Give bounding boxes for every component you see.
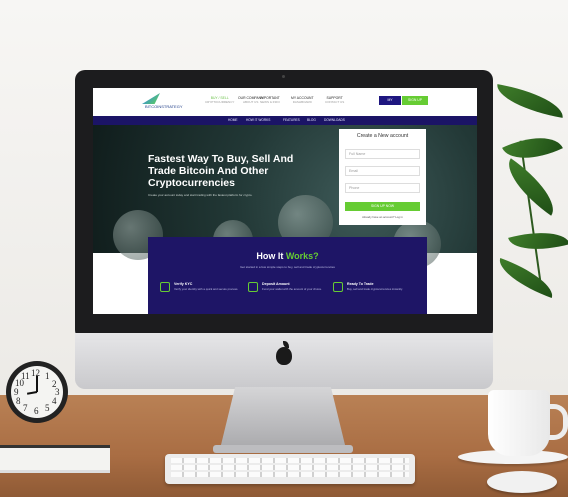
clock-number: 7 [23, 403, 28, 413]
key-row [171, 465, 409, 470]
site-logo-text[interactable]: BITCOINSTRATEGY [145, 104, 182, 109]
site-logo-icon[interactable] [142, 93, 160, 104]
monitor-stand [220, 387, 346, 449]
how-title: How It Works? [148, 251, 427, 261]
clock-number: 5 [45, 403, 50, 413]
how-it-works-section: How It Works? Get started in a few simpl… [148, 237, 427, 314]
monitor-stand-base [213, 445, 353, 453]
id-card-icon [160, 282, 170, 292]
nav-sub: CRYPTOCURRENCY [205, 100, 235, 104]
subnav-item-features[interactable]: FEATURES [283, 118, 300, 122]
how-step-title: Deposit Amount [262, 282, 290, 286]
clock-number: 4 [52, 396, 57, 406]
hero-paragraph: Create your account today and start trad… [148, 193, 253, 197]
hero-section: Fastest Way To Buy, Sell And Trade Bitco… [93, 125, 477, 268]
camera-icon [282, 75, 285, 78]
coffee-cup [488, 390, 550, 456]
nav-sub: CONTACT US [325, 100, 345, 104]
subnav-item-downloads[interactable]: DOWNLOADS [324, 118, 345, 122]
signup-button[interactable]: SIGN UP [402, 96, 428, 105]
how-step-title: Verify KYC [174, 282, 193, 286]
nav-item-account[interactable]: MY ACCOUNT DASHBOARD [291, 96, 314, 104]
key-row [171, 472, 409, 477]
how-step-title: Ready To Trade [347, 282, 374, 286]
apple-logo-icon [276, 347, 292, 365]
login-button[interactable]: MY ACCOUNT [379, 96, 401, 111]
key-row [171, 458, 409, 463]
nav-sub: NEWS & INFO [260, 100, 280, 104]
form-login-link[interactable]: Already have an account? Log in [345, 215, 420, 219]
subnav-item-home[interactable]: HOME [228, 118, 238, 122]
signup-form: Create a New account Full Name Email Pho… [339, 129, 426, 225]
form-submit-button[interactable]: SIGN UP NOW [345, 202, 420, 211]
how-title-accent: Works? [285, 251, 319, 261]
computer-mouse [487, 471, 557, 493]
nav-item-buy-sell[interactable]: BUY / SELL CRYPTOCURRENCY [205, 96, 234, 104]
clock-number: 11 [21, 371, 30, 381]
form-title: Create a New account [356, 133, 409, 139]
clock-number: 9 [14, 387, 19, 397]
clock-number: 8 [16, 396, 21, 406]
hero-title: Fastest Way To Buy, Sell And Trade Bitco… [148, 153, 294, 189]
keyboard [165, 454, 415, 484]
wallet-icon [248, 282, 258, 292]
clock-face: 12 1 2 3 4 5 6 7 8 9 10 11 [11, 366, 63, 418]
clock-hour-hand [26, 391, 38, 395]
nav-item-important[interactable]: IMPORTANT NEWS & INFO [260, 96, 280, 104]
nav-sub: DASHBOARD [292, 100, 312, 104]
exchange-icon [333, 282, 343, 292]
how-step-desc: Verify your identity with a quick and se… [174, 287, 239, 291]
site-header: BITCOINSTRATEGY BUY / SELL CRYPTOCURRENC… [93, 88, 477, 116]
email-field[interactable]: Email [345, 166, 420, 176]
book [0, 445, 110, 470]
sub-navigation: HOME HOW IT WORKS FEATURES BLOG DOWNLOAD… [93, 116, 477, 125]
how-subtitle: Get started in a few simple steps to buy… [240, 265, 335, 269]
subnav-item-blog[interactable]: BLOG [307, 118, 316, 122]
fullname-field[interactable]: Full Name [345, 149, 420, 159]
subnav-item-how[interactable]: HOW IT WORKS [246, 118, 270, 122]
how-step-desc: Buy, sell and trade cryptocurrencies ins… [347, 287, 403, 291]
phone-field[interactable]: Phone [345, 183, 420, 193]
how-title-main: How It [256, 251, 286, 261]
nav-item-support[interactable]: SUPPORT CONTACT US [325, 96, 344, 104]
clock-minute-hand [36, 376, 38, 392]
clock-number: 1 [45, 371, 50, 381]
how-step-desc: Fund your wallet with the amount of your… [262, 287, 323, 291]
monitor-screen: BITCOINSTRATEGY BUY / SELL CRYPTOCURRENC… [93, 88, 477, 314]
clock-number: 6 [34, 406, 39, 416]
